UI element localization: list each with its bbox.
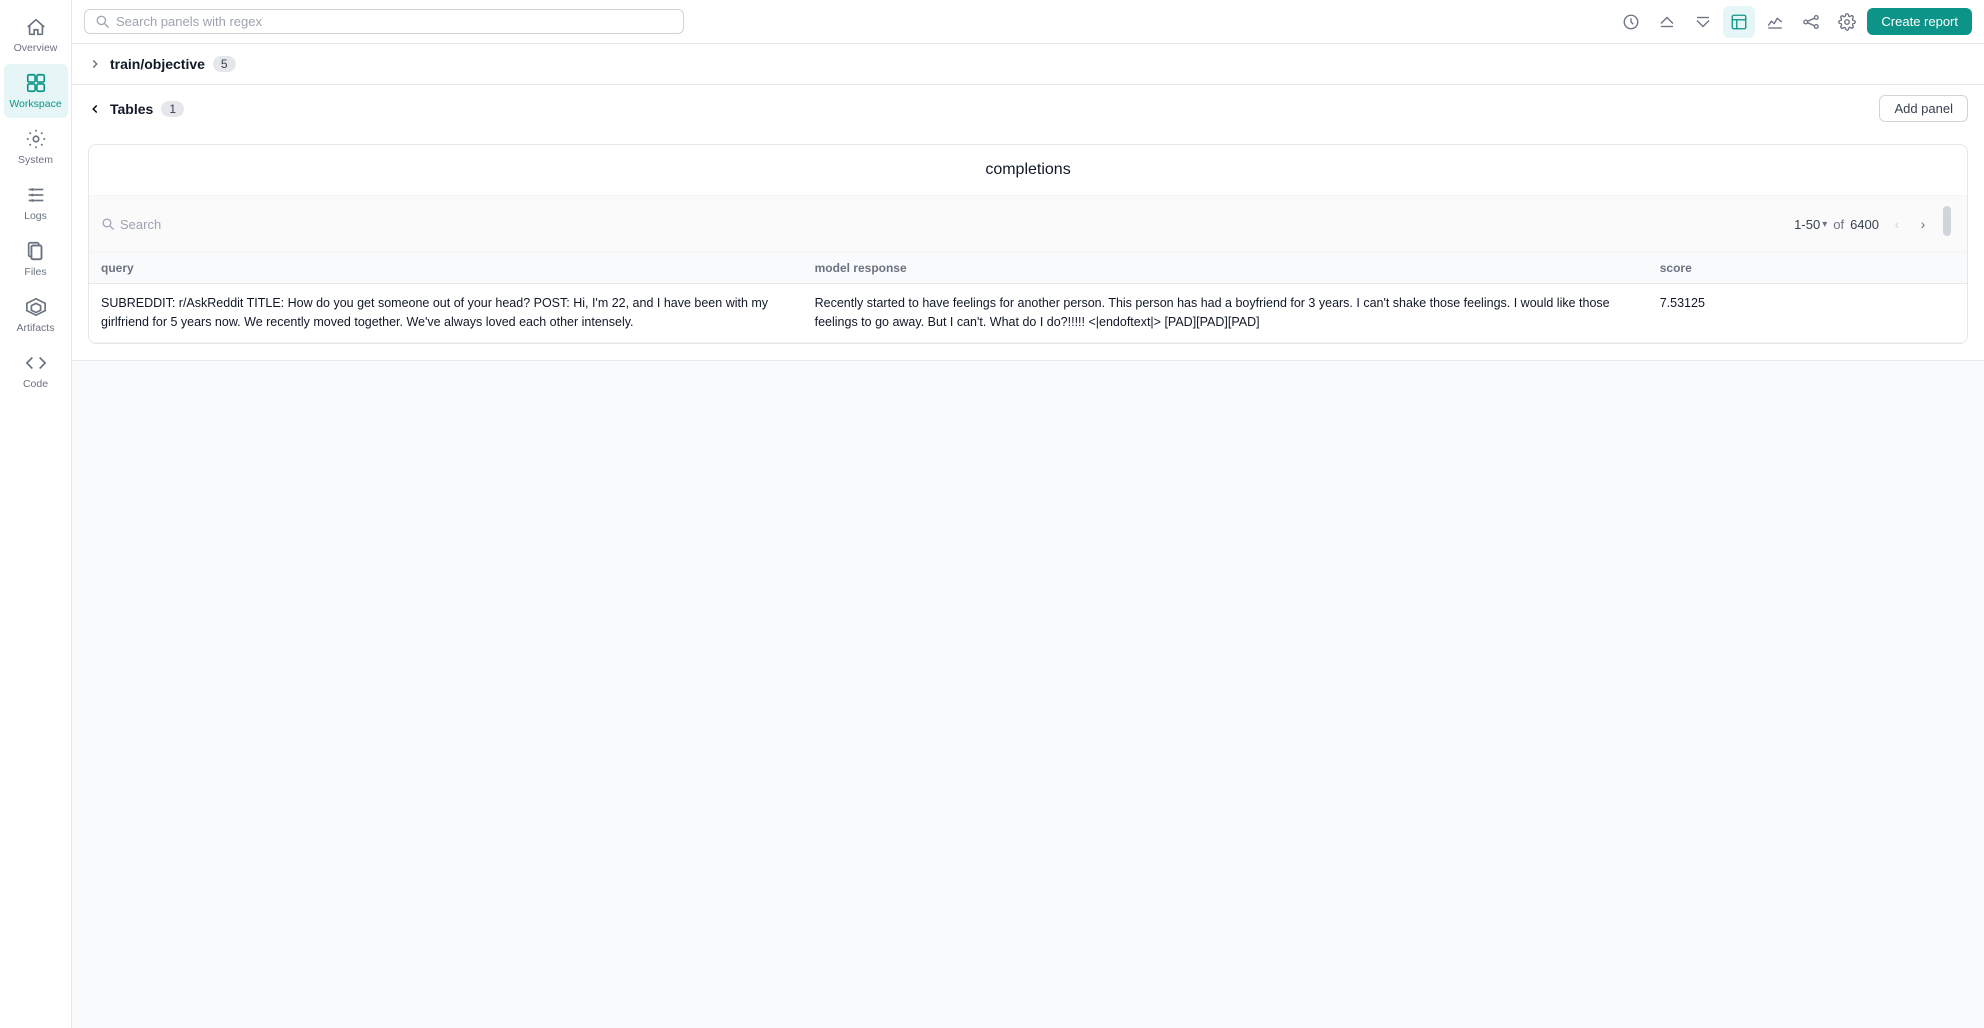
toolbar-icons: Create report <box>1615 6 1972 38</box>
sidebar-item-artifacts[interactable]: Artifacts <box>4 288 68 342</box>
sidebar-item-system[interactable]: System <box>4 120 68 174</box>
system-icon <box>25 128 47 150</box>
sidebar-item-overview[interactable]: Overview <box>4 8 68 62</box>
sidebar-item-code[interactable]: Code <box>4 344 68 398</box>
logs-icon <box>25 184 47 206</box>
table-icon <box>1730 13 1748 31</box>
tables-count: 1 <box>161 101 184 117</box>
sidebar-item-logs[interactable]: Logs <box>4 176 68 230</box>
table-search-area <box>101 217 1786 232</box>
system-label: System <box>18 154 53 166</box>
chart-icon <box>1766 13 1784 31</box>
pagination-dropdown-icon: ▾ <box>1822 219 1827 230</box>
files-icon <box>25 240 47 262</box>
settings-icon <box>1838 13 1856 31</box>
pagination-next-btn[interactable]: › <box>1911 212 1935 236</box>
code-label: Code <box>23 378 48 390</box>
main-content: Search panels with regex <box>72 0 1984 1028</box>
table-view-icon-btn[interactable] <box>1723 6 1755 38</box>
table-controls: 1-50 ▾ of 6400 ‹ › <box>89 196 1967 253</box>
pagination: 1-50 ▾ of 6400 ‹ › <box>1794 212 1935 236</box>
train-objective-section-header[interactable]: train/objective 5 <box>72 44 1984 85</box>
pagination-nav: ‹ › <box>1885 212 1935 236</box>
expand-icon <box>1694 13 1712 31</box>
create-report-button[interactable]: Create report <box>1867 8 1972 35</box>
logs-label: Logs <box>24 210 47 222</box>
artifacts-label: Artifacts <box>17 322 55 334</box>
chart-icon-btn[interactable] <box>1759 6 1791 38</box>
home-icon <box>25 16 47 38</box>
pagination-prev-btn[interactable]: ‹ <box>1885 212 1909 236</box>
history-icon-btn[interactable] <box>1615 6 1647 38</box>
col-header-score: score <box>1648 253 1967 284</box>
pagination-range-text: 1-50 <box>1794 217 1820 232</box>
collapse-icon <box>1658 13 1676 31</box>
train-objective-chevron-icon <box>88 57 102 71</box>
table-row: SUBREDDIT: r/AskReddit TITLE: How do you… <box>89 284 1967 343</box>
connections-icon-btn[interactable] <box>1795 6 1827 38</box>
collapse-icon-btn[interactable] <box>1651 6 1683 38</box>
expand-icon-btn[interactable] <box>1687 6 1719 38</box>
scroll-indicator <box>1943 206 1951 236</box>
sidebar: Overview Workspace System Logs <box>0 0 72 1028</box>
pagination-of-text: of <box>1833 217 1844 232</box>
data-table: query model response score SUBREDDIT: r/… <box>89 253 1967 343</box>
tables-section-header[interactable]: Tables 1 Add panel <box>72 85 1984 132</box>
train-objective-count: 5 <box>213 56 236 72</box>
overview-label: Overview <box>14 42 58 54</box>
toolbar: Search panels with regex <box>72 0 1984 44</box>
table-search-icon <box>101 217 115 231</box>
train-objective-title: train/objective <box>110 56 205 72</box>
artifacts-icon <box>25 296 47 318</box>
table-wrapper: query model response score SUBREDDIT: r/… <box>89 253 1967 343</box>
search-placeholder-text: Search panels with regex <box>116 14 262 29</box>
cell-score-0: 7.53125 <box>1648 284 1967 343</box>
table-panel-title: completions <box>89 145 1967 196</box>
tables-chevron-icon <box>88 102 102 116</box>
pagination-range[interactable]: 1-50 ▾ <box>1794 217 1827 232</box>
cell-query-0: SUBREDDIT: r/AskReddit TITLE: How do you… <box>89 284 803 343</box>
search-panels-box[interactable]: Search panels with regex <box>84 9 684 34</box>
search-icon <box>95 14 110 29</box>
settings-icon-btn[interactable] <box>1831 6 1863 38</box>
cell-model-response-0: Recently started to have feelings for an… <box>803 284 1648 343</box>
pagination-total: 6400 <box>1850 217 1879 232</box>
sidebar-item-workspace[interactable]: Workspace <box>4 64 68 118</box>
tables-title: Tables <box>110 101 153 117</box>
content-area: train/objective 5 Tables 1 Add panel com… <box>72 44 1984 1028</box>
col-header-model-response: model response <box>803 253 1648 284</box>
tables-section: Tables 1 Add panel completions <box>72 85 1984 361</box>
sidebar-item-files[interactable]: Files <box>4 232 68 286</box>
table-search-input[interactable] <box>120 217 240 232</box>
workspace-icon <box>25 72 47 94</box>
code-icon <box>25 352 47 374</box>
col-header-query: query <box>89 253 803 284</box>
files-label: Files <box>24 266 46 278</box>
connections-icon <box>1802 13 1820 31</box>
add-panel-button[interactable]: Add panel <box>1879 95 1968 122</box>
history-icon <box>1622 13 1640 31</box>
workspace-label: Workspace <box>9 98 61 110</box>
completions-table-panel: completions 1-50 ▾ <box>88 144 1968 344</box>
